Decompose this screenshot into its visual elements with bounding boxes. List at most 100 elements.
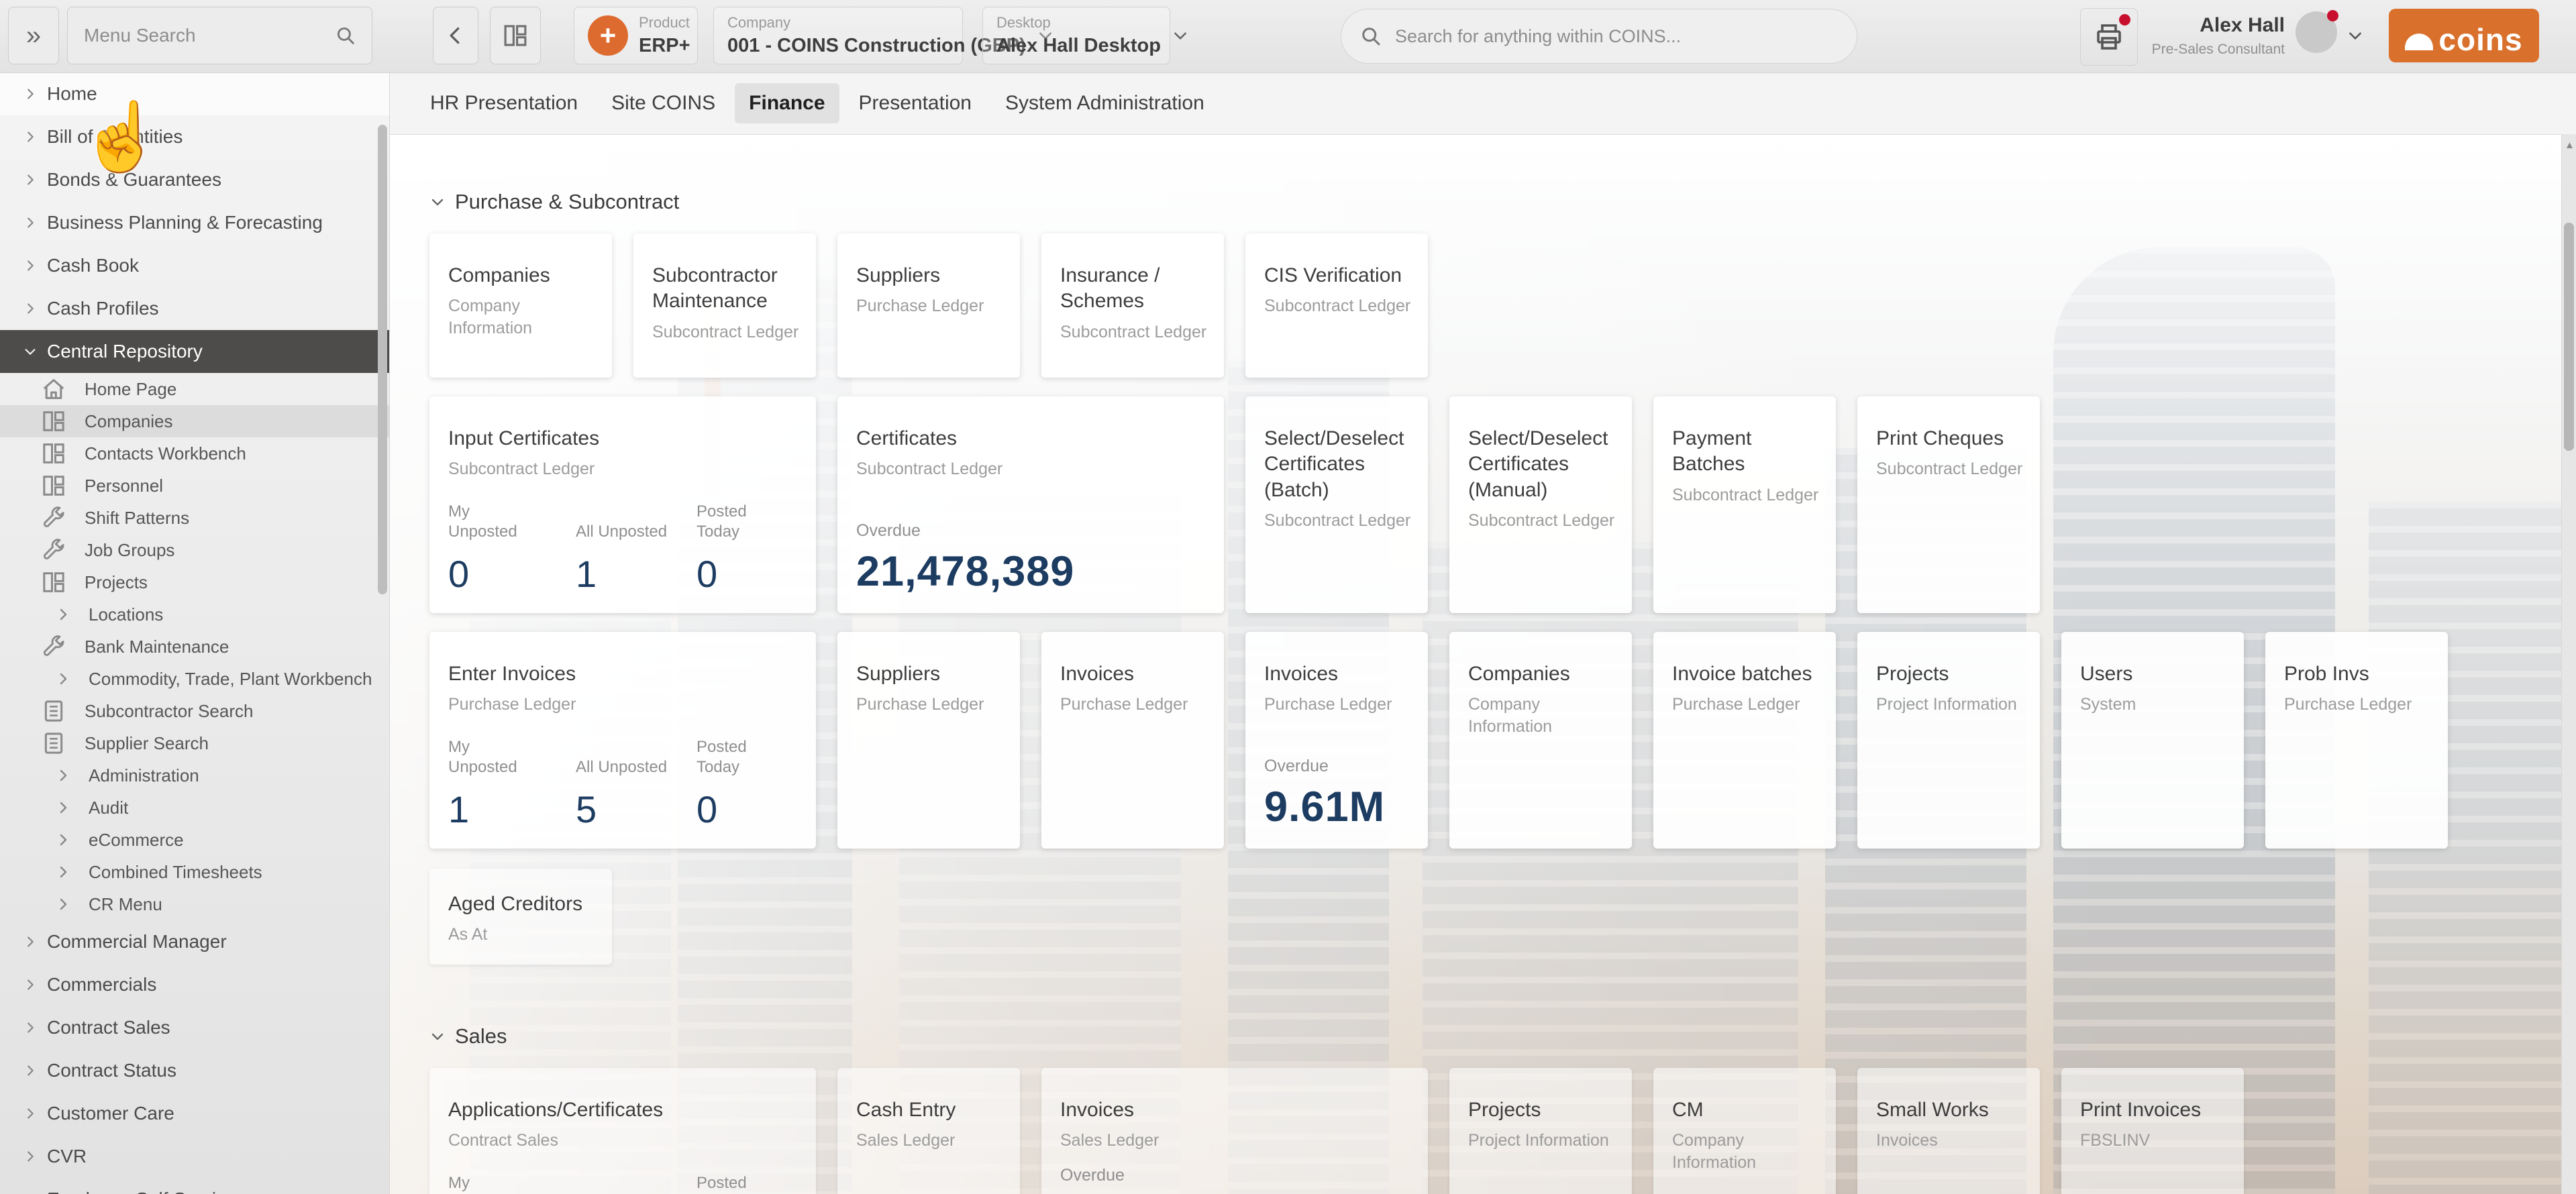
chevron-right-icon [23, 1149, 38, 1164]
sidebar-subitem-subcontractor-search[interactable]: Subcontractor Search [0, 695, 389, 727]
tile-print-cheques[interactable]: Print Cheques Subcontract Ledger [1857, 396, 2040, 613]
sidebar-subitem-ecommerce[interactable]: eCommerce [0, 824, 389, 856]
sidebar-subitem-personnel[interactable]: Personnel [0, 470, 389, 502]
sidebar-subitem-shift-patterns[interactable]: Shift Patterns [0, 502, 389, 534]
tile-title: Applications/Certificates [448, 1097, 800, 1123]
tab-finance[interactable]: Finance [735, 83, 839, 123]
sidebar-item-customer-care[interactable]: Customer Care [0, 1092, 389, 1135]
sidebar-subitem-home-page[interactable]: Home Page [0, 373, 389, 405]
sidebar-item-contract-status[interactable]: Contract Status [0, 1049, 389, 1092]
scroll-up-icon[interactable]: ▲ [2565, 140, 2575, 151]
sidebar-subitem-combined-timesheets[interactable]: Combined Timesheets [0, 856, 389, 888]
tile-select-deselect-certificates-batch[interactable]: Select/Deselect Certificates (Batch) Sub… [1245, 396, 1428, 613]
page-scrollbar-thumb[interactable] [2564, 223, 2574, 451]
tab-hr-presentation[interactable]: HR Presentation [416, 83, 592, 123]
avatar[interactable] [2296, 11, 2337, 53]
tile-applications-certificates[interactable]: Applications/Certificates Contract Sales… [429, 1068, 816, 1194]
tile-title: Print Invoices [2080, 1097, 2228, 1123]
back-button[interactable] [433, 7, 478, 64]
tile-insurance-schemes[interactable]: Insurance / Schemes Subcontract Ledger [1041, 233, 1224, 378]
tile-title: Subcontractor Maintenance [652, 263, 800, 315]
sidebar-subitem-projects[interactable]: Projects [0, 566, 389, 598]
sidebar-item-business-planning[interactable]: Business Planning & Forecasting [0, 201, 389, 244]
tile-input-certificates[interactable]: Input Certificates Subcontract Ledger My… [429, 396, 816, 613]
tile-invoices-overdue[interactable]: Invoices Purchase Ledger Overdue 9.61M [1245, 632, 1428, 849]
sidebar-subitem-cr-menu[interactable]: CR Menu [0, 888, 389, 920]
tile-subcontractor-maintenance[interactable]: Subcontractor Maintenance Subcontract Le… [633, 233, 816, 378]
tile-certificates[interactable]: Certificates Subcontract Ledger Overdue … [837, 396, 1224, 613]
sidebar-item-central-repository[interactable]: Central Repository [0, 330, 389, 373]
tab-presentation[interactable]: Presentation [845, 83, 986, 123]
user-info[interactable]: Alex Hall Pre-Sales Consultant [2151, 13, 2285, 58]
tile-cash-entry[interactable]: Cash Entry Sales Ledger [837, 1068, 1020, 1194]
tile-companies-ci[interactable]: Companies Company Information [1449, 632, 1632, 849]
section-collapse-icon[interactable] [429, 194, 446, 210]
sidebar-subitem-companies[interactable]: Companies [0, 405, 389, 437]
section-collapse-icon[interactable] [429, 1028, 446, 1044]
tile-aged-creditors[interactable]: Aged Creditors As At [429, 869, 612, 965]
page-scrollbar[interactable]: ▲ [2561, 134, 2576, 1194]
sidebar-item-bonds-guarantees[interactable]: Bonds & Guarantees [0, 158, 389, 201]
tab-site-coins[interactable]: Site COINS [597, 83, 729, 123]
sidebar-subitem-locations[interactable]: Locations [0, 598, 389, 631]
tile-invoice-batches[interactable]: Invoice batches Purchase Ledger [1653, 632, 1836, 849]
company-selector[interactable]: Company 001 - COINS Construction (GBP) [713, 7, 963, 64]
sidebar-item-cvr[interactable]: CVR [0, 1135, 389, 1178]
tile-cm[interactable]: CM Company Information [1653, 1068, 1836, 1194]
sidebar-item-commercials[interactable]: Commercials [0, 963, 389, 1006]
sidebar-collapse-button[interactable]: » [8, 7, 59, 64]
sidebar-item-cash-profiles[interactable]: Cash Profiles [0, 287, 389, 330]
user-menu-chevron-icon[interactable] [2347, 27, 2364, 44]
sidebar-scrollbar-thumb[interactable] [378, 125, 387, 594]
tile-print-invoices[interactable]: Print Invoices FBSLINV [2061, 1068, 2244, 1194]
desktop-selector[interactable]: Desktop Alex Hall Desktop [982, 7, 1170, 64]
sidebar-item-bill-of-quantities[interactable]: Bill of Quantities [0, 115, 389, 158]
print-queue-button[interactable] [2080, 8, 2138, 66]
sidebar-subitem-administration[interactable]: Administration [0, 759, 389, 792]
tile-prob-invs[interactable]: Prob Invs Purchase Ledger [2265, 632, 2448, 849]
tile-suppliers[interactable]: Suppliers Purchase Ledger [837, 233, 1020, 378]
tile-invoices-sales[interactable]: Invoices Sales Ledger Overdue [1041, 1068, 1428, 1194]
sidebar-subitem-bank-maintenance[interactable]: Bank Maintenance [0, 631, 389, 663]
tile-subtitle: Project Information [1876, 694, 2024, 716]
sidebar-item-label: Shift Patterns [85, 508, 189, 529]
tile-invoices-pl[interactable]: Invoices Purchase Ledger [1041, 632, 1224, 849]
menu-search-box[interactable] [67, 7, 372, 64]
stat-value: 0 [448, 552, 576, 596]
sidebar-item-label: Supplier Search [85, 733, 209, 754]
menu-search-input[interactable] [83, 24, 334, 47]
sidebar-subitem-commodity-trade-plant[interactable]: Commodity, Trade, Plant Workbench [0, 663, 389, 695]
sidebar-item-home[interactable]: Home [0, 72, 389, 115]
tile-projects-sales[interactable]: Projects Project Information [1449, 1068, 1632, 1194]
global-search-input[interactable] [1394, 25, 1839, 48]
tile-row: Input Certificates Subcontract Ledger My… [429, 396, 2576, 613]
tile-users[interactable]: Users System [2061, 632, 2244, 849]
sidebar-item-contract-sales[interactable]: Contract Sales [0, 1006, 389, 1049]
sidebar-item-employee-self-service[interactable]: Employee Self Service [0, 1178, 389, 1194]
sidebar-subitem-audit[interactable]: Audit [0, 792, 389, 824]
tile-suppliers-pl[interactable]: Suppliers Purchase Ledger [837, 632, 1020, 849]
sidebar-item-label: Home [47, 83, 97, 105]
tile-small-works[interactable]: Small Works Invoices [1857, 1068, 2040, 1194]
sidebar-item-commercial-manager[interactable]: Commercial Manager [0, 920, 389, 963]
document-icon [40, 698, 67, 724]
product-selector[interactable]: + Product ERP+ [574, 7, 698, 64]
tile-cis-verification[interactable]: CIS Verification Subcontract Ledger [1245, 233, 1428, 378]
tile-payment-batches[interactable]: Payment Batches Subcontract Ledger [1653, 396, 1836, 613]
stat-value: 0 [697, 552, 804, 596]
tile-subtitle: Subcontract Ledger [856, 458, 1208, 480]
tile-select-deselect-certificates-manual[interactable]: Select/Deselect Certificates (Manual) Su… [1449, 396, 1632, 613]
apps-grid-button[interactable] [490, 7, 541, 64]
sidebar-subitem-contacts-workbench[interactable]: Contacts Workbench [0, 437, 389, 470]
sidebar-item-cash-book[interactable]: Cash Book [0, 244, 389, 287]
desktop-label: Desktop [996, 15, 1161, 30]
chevron-right-icon [23, 258, 38, 273]
sidebar-subitem-supplier-search[interactable]: Supplier Search [0, 727, 389, 759]
global-search[interactable] [1341, 9, 1857, 64]
sidebar-subitem-job-groups[interactable]: Job Groups [0, 534, 389, 566]
tile-companies[interactable]: Companies Company Information [429, 233, 612, 378]
tile-enter-invoices[interactable]: Enter Invoices Purchase Ledger My Unpost… [429, 632, 816, 849]
tab-system-administration[interactable]: System Administration [991, 83, 1219, 123]
tile-subtitle: Purchase Ledger [448, 694, 800, 716]
tile-projects[interactable]: Projects Project Information [1857, 632, 2040, 849]
